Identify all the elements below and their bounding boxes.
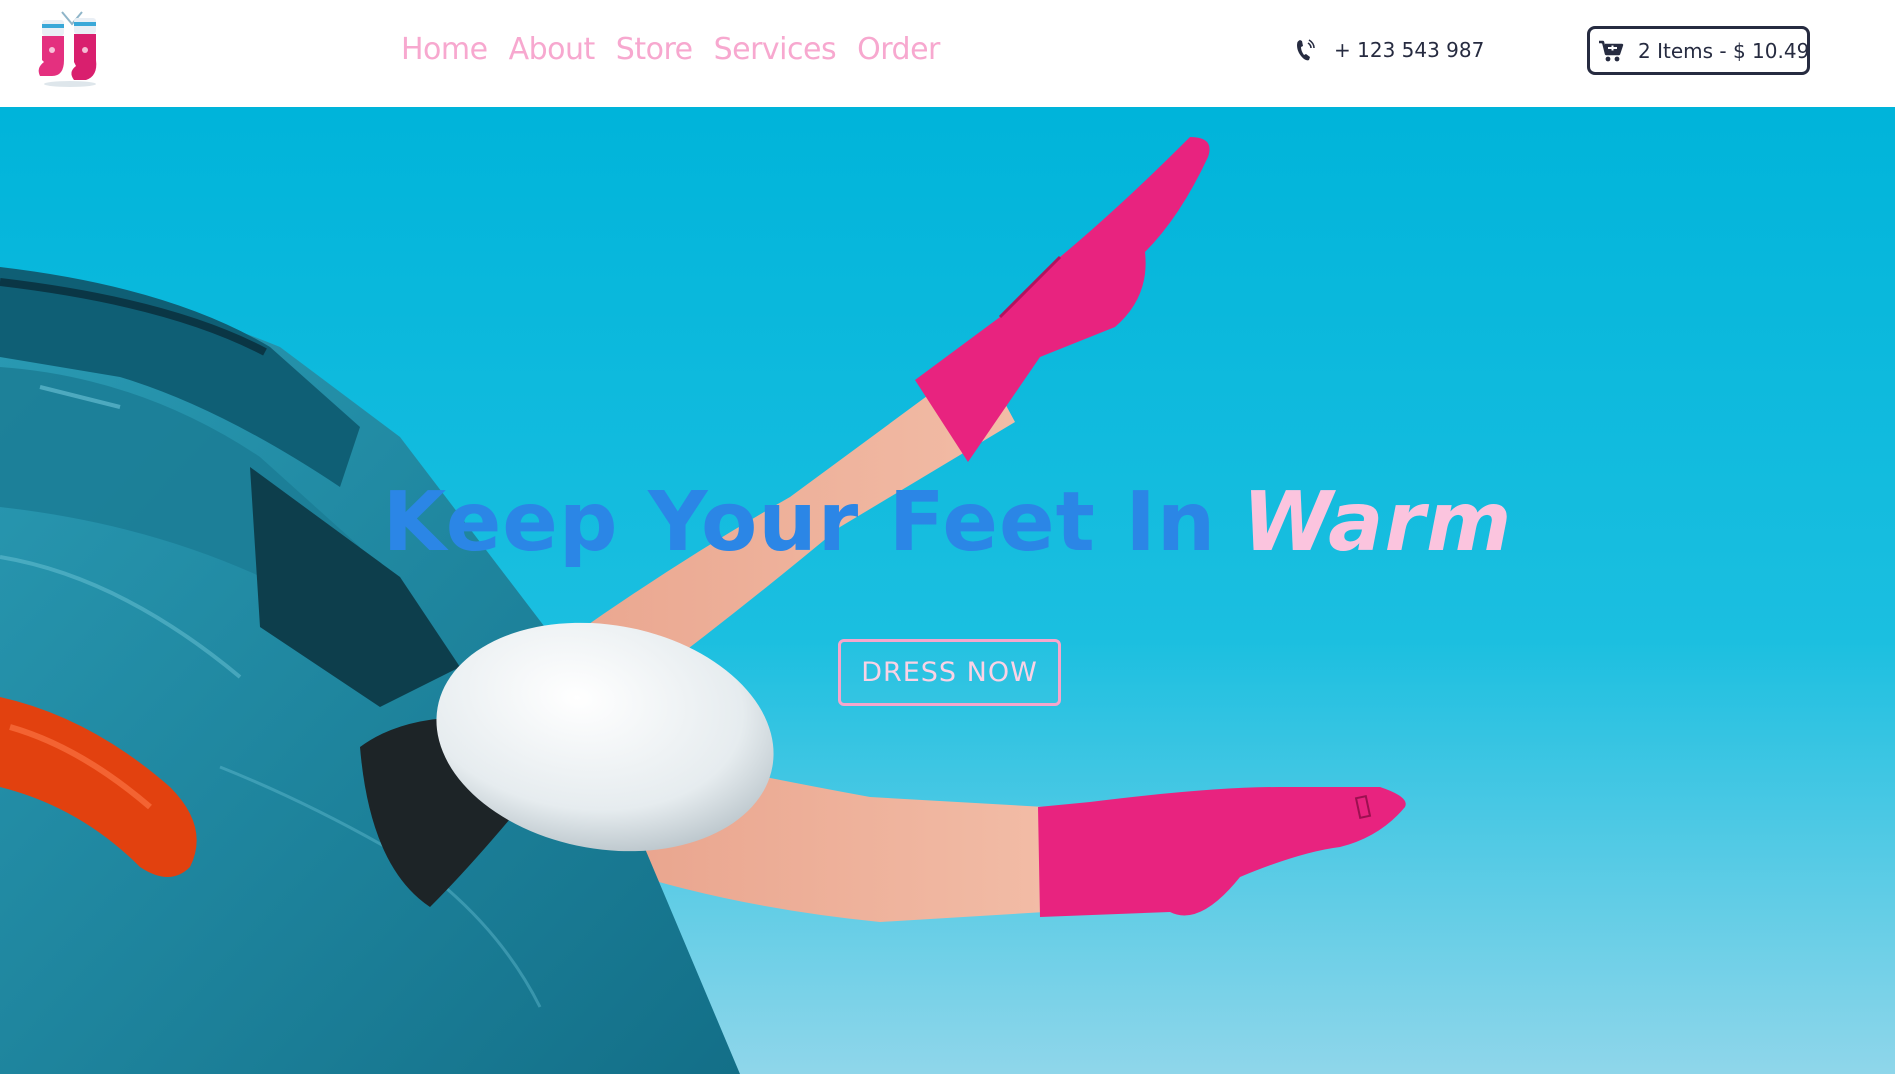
phone-icon (1296, 38, 1316, 62)
nav-link-home[interactable]: Home (401, 30, 488, 70)
nav-link-order[interactable]: Order (857, 30, 940, 70)
phone-number: + 123 543 987 (1334, 38, 1485, 62)
socks-logo-icon[interactable] (32, 10, 112, 90)
headline-lead: Keep Your Feet In (382, 475, 1217, 570)
cart-summary: 2 Items - $ 10.49 (1638, 38, 1810, 63)
main-nav: Home About Store Services Order (401, 30, 940, 70)
headline-accent: Warm (1242, 475, 1513, 570)
cart-icon (1598, 39, 1624, 63)
phone-contact[interactable]: + 123 543 987 (1296, 36, 1484, 64)
site-header: Home About Store Services Order + 123 54… (0, 0, 1895, 107)
dress-now-button[interactable]: DRESS NOW (838, 639, 1061, 706)
cart-button[interactable]: 2 Items - $ 10.49 (1587, 26, 1810, 75)
hero-background-image (0, 107, 1895, 1074)
nav-link-services[interactable]: Services (714, 30, 837, 70)
nav-link-store[interactable]: Store (616, 30, 693, 70)
hero-banner: Keep Your Feet In Warm DRESS NOW (0, 107, 1895, 1074)
hero-headline: Keep Your Feet In Warm (0, 468, 1895, 578)
nav-link-about[interactable]: About (509, 30, 596, 70)
